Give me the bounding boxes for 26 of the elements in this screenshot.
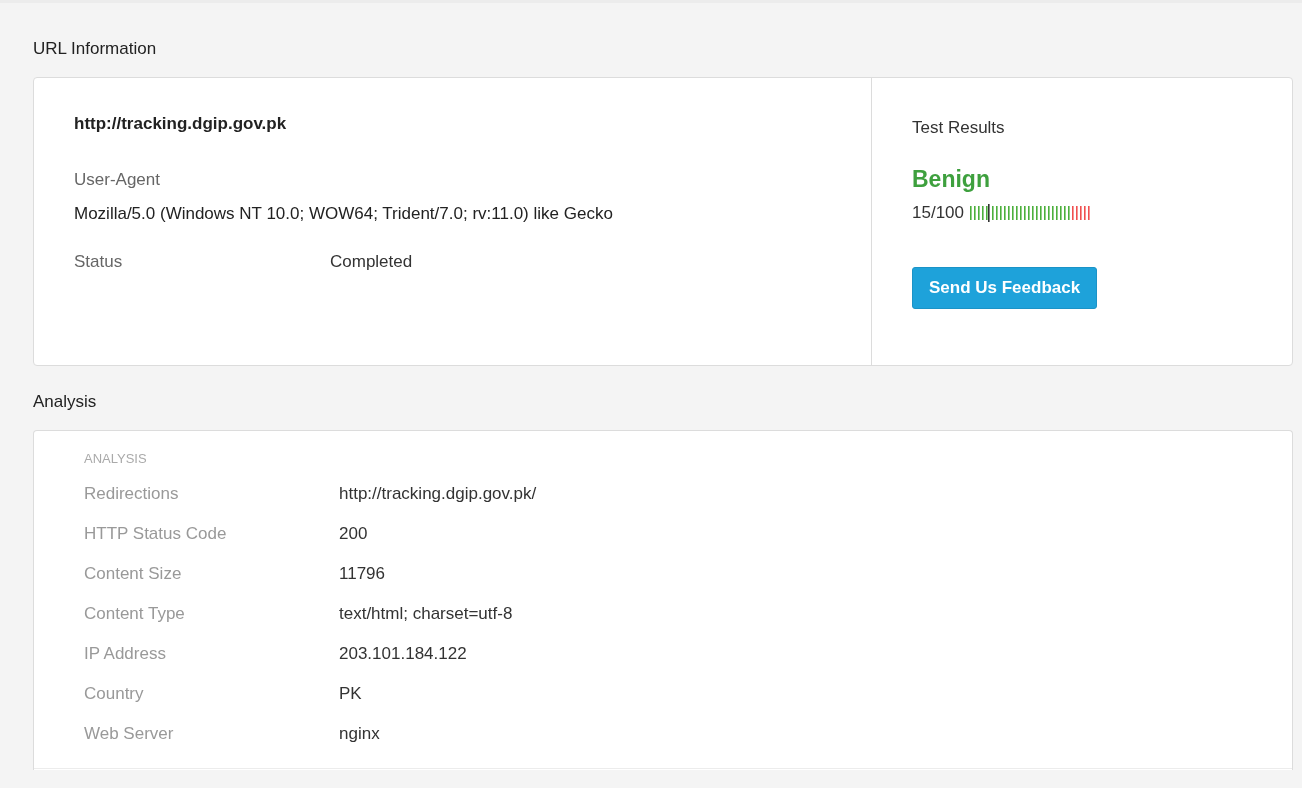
analysis-label: HTTP Status Code: [84, 523, 228, 545]
user-agent-value: Mozilla/5.0 (Windows NT 10.0; WOW64; Trident/7.0; rv:11.0) like Gecko: [74, 204, 614, 224]
status-value: Completed: [330, 252, 414, 272]
test-results-heading: Test Results: [912, 118, 1006, 138]
analysis-value: 11796: [339, 563, 386, 585]
analysis-label: Redirections: [84, 483, 180, 505]
user-agent-label: User-Agent: [74, 170, 161, 190]
analysis-value: nginx: [339, 723, 381, 745]
analysis-label: Country: [84, 683, 145, 705]
status-label: Status: [74, 252, 124, 272]
analysis-label: IP Address: [84, 643, 167, 665]
score-text: 15/100: [912, 203, 964, 223]
analysis-value: http://tracking.dgip.gov.pk/: [339, 483, 538, 505]
verdict-text: Benign: [912, 166, 991, 193]
analysis-label: Content Type: [84, 603, 186, 625]
analysis-value: 200: [339, 523, 369, 545]
analysis-value: 203.101.184.122: [339, 643, 468, 665]
analysis-value: text/html; charset=utf-8: [339, 603, 514, 625]
analysis-value: PK: [339, 683, 363, 705]
section-heading: Analysis: [33, 391, 98, 413]
analysis-section-label: ANALYSIS: [84, 451, 148, 466]
feedback-button[interactable]: Send Us Feedback: [912, 267, 1098, 309]
analysis-label: Content Size: [84, 563, 183, 585]
url-text: http://tracking.dgip.gov.pk: [74, 114, 288, 134]
section-heading: URL Information: [33, 38, 158, 60]
analysis-label: Web Server: [84, 723, 175, 745]
